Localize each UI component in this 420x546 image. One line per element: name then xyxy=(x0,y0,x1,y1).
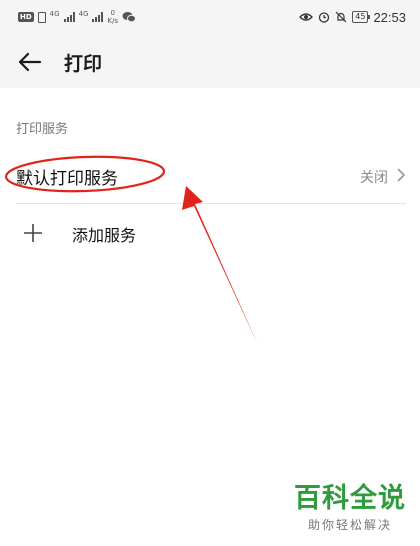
default-print-service-status: 关闭 xyxy=(360,170,388,186)
plus-icon xyxy=(24,224,42,242)
alarm-icon xyxy=(319,12,330,23)
hd-badge: HD xyxy=(18,12,34,22)
watermark-logo: 百科全说 xyxy=(294,483,406,514)
network-speed: 0 K/s xyxy=(107,9,118,25)
section-header: 打印服务 xyxy=(16,122,69,137)
add-service-label: 添加服务 xyxy=(72,226,137,245)
default-print-service-row[interactable]: 默认打印服务 关闭 xyxy=(0,150,420,202)
status-right: 45 22:53 xyxy=(299,8,406,26)
status-bar: HD 4G 4G 0 K/s 45 22:53 xyxy=(0,0,420,36)
watermark-tagline: 助你轻松解决 xyxy=(307,518,392,532)
eye-icon xyxy=(299,13,314,21)
clock: 22:53 xyxy=(373,9,406,25)
app-bar: 打印 xyxy=(0,36,420,88)
watermark: 百科全说 助你轻松解决 xyxy=(294,484,406,533)
speed-value: 0 xyxy=(110,9,115,17)
default-print-service-label: 默认打印服务 xyxy=(16,169,118,189)
battery-indicator: 45 xyxy=(352,11,371,23)
network-type-1: 4G xyxy=(49,10,60,18)
signal-icon-2 xyxy=(92,12,104,22)
back-arrow-icon[interactable] xyxy=(16,48,44,76)
page-title: 打印 xyxy=(64,53,103,75)
status-left: HD 4G 4G 0 K/s xyxy=(18,8,137,26)
wechat-icon xyxy=(122,12,137,23)
network-type-2: 4G xyxy=(78,10,89,18)
sim-icon xyxy=(37,11,46,23)
speed-unit: K/s xyxy=(107,17,119,25)
mute-bell-icon xyxy=(335,11,347,23)
signal-icon-1 xyxy=(63,12,75,22)
chevron-right-icon xyxy=(397,168,406,182)
add-service-row[interactable]: 添加服务 xyxy=(0,208,420,258)
divider xyxy=(16,203,406,204)
